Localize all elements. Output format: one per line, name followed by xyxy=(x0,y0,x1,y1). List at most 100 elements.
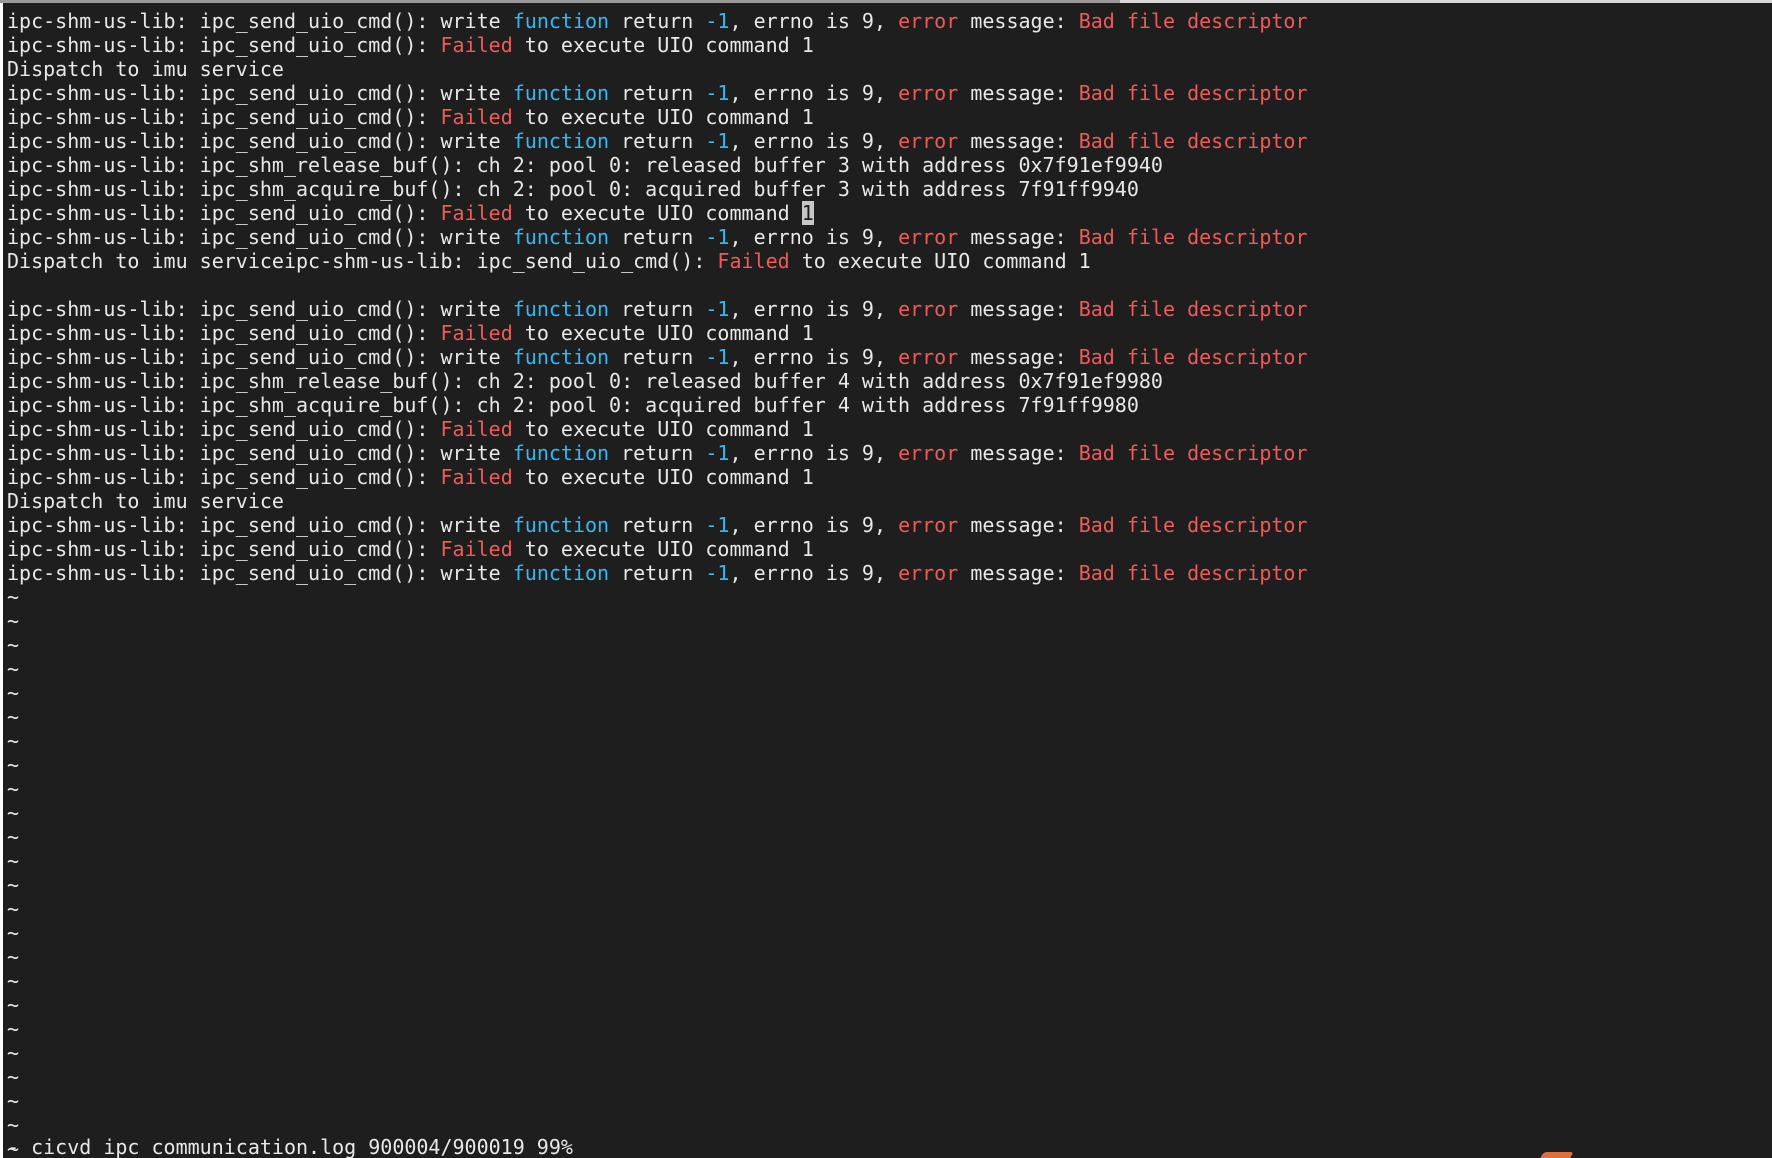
empty-buffer-line: ~ xyxy=(7,609,20,633)
log-segment: , errno is 9, xyxy=(729,561,899,585)
log-segment: to execute UIO command 1 xyxy=(512,105,814,129)
log-segment: function xyxy=(512,9,610,33)
log-segment: ipc-shm-us-lib: ipc_send_uio_cmd(): xyxy=(7,33,441,57)
log-segment: Bad file descriptor xyxy=(1078,513,1308,537)
empty-buffer-line: ~ xyxy=(7,969,20,993)
empty-buffer-line: ~ xyxy=(7,705,20,729)
empty-buffer-line: ~ xyxy=(7,849,20,873)
log-line: ipc-shm-us-lib: ipc_shm_acquire_buf(): c… xyxy=(7,393,1307,417)
log-segment: return xyxy=(609,441,706,465)
log-segment: error xyxy=(898,225,959,249)
empty-buffer-line: ~ xyxy=(7,729,20,753)
log-segment: error xyxy=(898,9,959,33)
log-buffer[interactable]: ipc-shm-us-lib: ipc_send_uio_cmd(): writ… xyxy=(7,9,1307,1158)
log-segment: error xyxy=(898,513,959,537)
log-segment: ipc-shm-us-lib: ipc_send_uio_cmd(): xyxy=(7,417,441,441)
empty-buffer-line: ~ xyxy=(7,585,20,609)
log-line: Dispatch to imu service xyxy=(7,57,1307,81)
text-cursor: 1 xyxy=(801,201,814,225)
log-segment: ipc-shm-us-lib: ipc_shm_acquire_buf(): c… xyxy=(7,393,1139,417)
log-segment: return xyxy=(609,561,706,585)
empty-buffer-line: ~ xyxy=(7,753,20,777)
log-segment: message: xyxy=(958,345,1079,369)
log-segment: , errno is 9, xyxy=(729,297,899,321)
log-line: ipc-shm-us-lib: ipc_send_uio_cmd(): writ… xyxy=(7,345,1307,369)
log-segment: function xyxy=(512,129,610,153)
log-segment: error xyxy=(898,81,959,105)
log-segment: Bad file descriptor xyxy=(1078,297,1308,321)
log-line: Dispatch to imu service xyxy=(7,489,1307,513)
log-segment: error xyxy=(898,561,959,585)
log-segment: Failed xyxy=(440,321,513,345)
log-segment: -1 xyxy=(705,297,730,321)
empty-buffer-line: ~ xyxy=(7,777,20,801)
log-segment: Failed xyxy=(440,417,513,441)
empty-buffer-line: ~ xyxy=(7,1113,20,1137)
log-segment: message: xyxy=(958,513,1079,537)
log-segment: ipc-shm-us-lib: ipc_shm_release_buf(): c… xyxy=(7,369,1163,393)
log-line: ipc-shm-us-lib: ipc_send_uio_cmd(): Fail… xyxy=(7,537,1307,561)
log-segment: return xyxy=(609,81,706,105)
terminal-window[interactable]: ipc-shm-us-lib: ipc_send_uio_cmd(): writ… xyxy=(3,3,1772,1158)
empty-buffer-line: ~ xyxy=(7,825,20,849)
log-segment: function xyxy=(512,345,610,369)
empty-buffer-line: ~ xyxy=(7,897,20,921)
log-segment: , errno is 9, xyxy=(729,441,899,465)
log-line: Dispatch to imu serviceipc-shm-us-lib: i… xyxy=(7,249,1307,273)
log-segment: to execute UIO command 1 xyxy=(789,249,1091,273)
empty-buffer-line: ~ xyxy=(7,1041,20,1065)
log-segment: ipc-shm-us-lib: ipc_send_uio_cmd(): xyxy=(7,465,441,489)
log-segment: ipc-shm-us-lib: ipc_send_uio_cmd(): writ… xyxy=(7,513,513,537)
log-segment: -1 xyxy=(705,441,730,465)
log-segment: ipc-shm-us-lib: ipc_shm_release_buf(): c… xyxy=(7,153,1163,177)
log-line: ipc-shm-us-lib: ipc_send_uio_cmd(): Fail… xyxy=(7,321,1307,345)
log-segment: to execute UIO command xyxy=(512,201,802,225)
log-segment: ipc-shm-us-lib: ipc_send_uio_cmd(): writ… xyxy=(7,225,513,249)
overlay-tab-icon xyxy=(1540,1152,1574,1158)
log-segment: ipc-shm-us-lib: ipc_send_uio_cmd(): xyxy=(7,105,441,129)
log-segment: , errno is 9, xyxy=(729,345,899,369)
log-segment: , errno is 9, xyxy=(729,513,899,537)
log-segment: -1 xyxy=(705,225,730,249)
log-segment: ipc-shm-us-lib: ipc_send_uio_cmd(): writ… xyxy=(7,81,513,105)
log-segment: ipc-shm-us-lib: ipc_send_uio_cmd(): writ… xyxy=(7,9,513,33)
log-segment: message: xyxy=(958,297,1079,321)
log-segment: Failed xyxy=(440,33,513,57)
empty-buffer-line: ~ xyxy=(7,873,20,897)
empty-buffer-line: ~ xyxy=(7,1017,20,1041)
log-segment: Failed xyxy=(440,105,513,129)
log-line: ipc-shm-us-lib: ipc_send_uio_cmd(): Fail… xyxy=(7,465,1307,489)
log-line: ipc-shm-us-lib: ipc_send_uio_cmd(): writ… xyxy=(7,513,1307,537)
log-segment: Failed xyxy=(440,201,513,225)
log-line: ipc-shm-us-lib: ipc_send_uio_cmd(): Fail… xyxy=(7,105,1307,129)
log-segment: , errno is 9, xyxy=(729,9,899,33)
empty-buffer-line: ~ xyxy=(7,993,20,1017)
empty-buffer-line: ~ xyxy=(7,1089,20,1113)
log-segment: return xyxy=(609,129,706,153)
log-segment: message: xyxy=(958,225,1079,249)
log-line: ipc-shm-us-lib: ipc_send_uio_cmd(): writ… xyxy=(7,9,1307,33)
log-segment: function xyxy=(512,561,610,585)
log-line: ipc-shm-us-lib: ipc_shm_release_buf(): c… xyxy=(7,153,1307,177)
log-segment: ipc-shm-us-lib: ipc_send_uio_cmd(): xyxy=(7,201,441,225)
log-line: ipc-shm-us-lib: ipc_send_uio_cmd(): writ… xyxy=(7,225,1307,249)
log-segment: Failed xyxy=(440,537,513,561)
log-segment: ipc-shm-us-lib: ipc_shm_acquire_buf(): c… xyxy=(7,177,1139,201)
log-segment: Dispatch to imu serviceipc-shm-us-lib: i… xyxy=(7,249,718,273)
log-segment: ipc-shm-us-lib: ipc_send_uio_cmd(): writ… xyxy=(7,561,513,585)
log-segment: to execute UIO command 1 xyxy=(512,33,814,57)
log-segment: message: xyxy=(958,561,1079,585)
log-segment: error xyxy=(898,129,959,153)
log-segment: function xyxy=(512,441,610,465)
log-segment: , errno is 9, xyxy=(729,129,899,153)
log-segment: , errno is 9, xyxy=(729,81,899,105)
log-segment: function xyxy=(512,81,610,105)
log-segment: -1 xyxy=(705,561,730,585)
log-segment: Dispatch to imu service xyxy=(7,489,284,513)
log-segment: to execute UIO command 1 xyxy=(512,321,814,345)
log-segment: -1 xyxy=(705,81,730,105)
log-segment: Bad file descriptor xyxy=(1078,9,1308,33)
empty-buffer-line: ~ xyxy=(7,801,20,825)
empty-buffer-line: ~ xyxy=(7,657,20,681)
